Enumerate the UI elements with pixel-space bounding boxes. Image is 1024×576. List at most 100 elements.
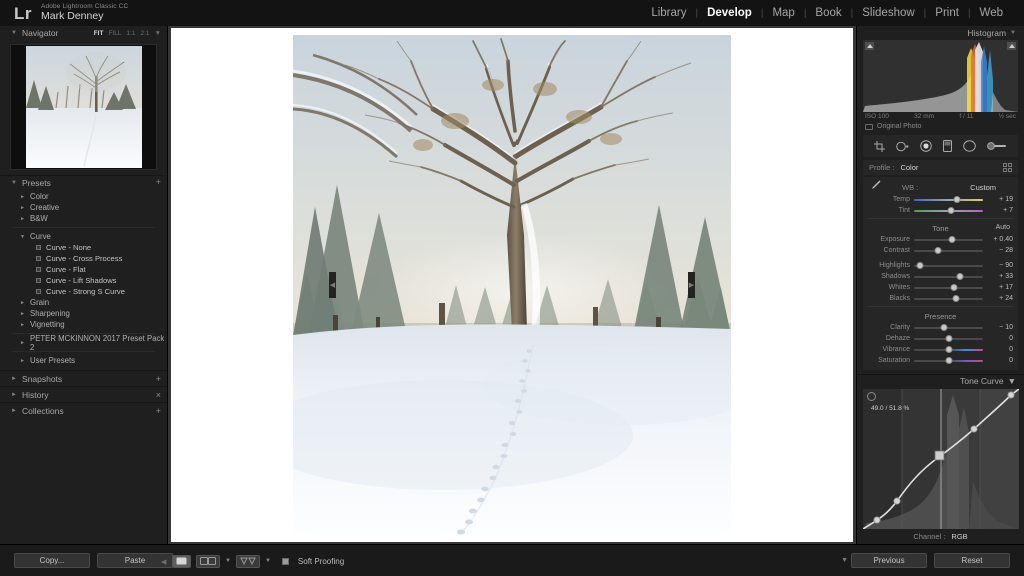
red-eye-icon[interactable] — [920, 140, 932, 152]
preset-group-peter-mckinnon-pack[interactable]: ► PETER MCKINNON 2017 Preset Pack 2 — [0, 334, 167, 352]
slider-value[interactable]: − 28 — [987, 247, 1013, 254]
preset-group-user-presets[interactable]: ► User Presets — [0, 355, 167, 366]
copy-button[interactable]: Copy... — [14, 553, 90, 568]
graduated-filter-icon[interactable] — [942, 140, 952, 152]
slider-saturation[interactable]: Saturation 0 — [863, 355, 1018, 366]
module-web[interactable]: Web — [971, 7, 1012, 19]
slider-clarity[interactable]: Clarity − 10 — [863, 322, 1018, 333]
slider-value[interactable]: − 10 — [987, 324, 1013, 331]
eyedropper-icon[interactable] — [869, 179, 882, 195]
slider-knob[interactable] — [940, 324, 948, 331]
spot-removal-icon[interactable] — [896, 141, 909, 152]
channel-value[interactable]: RGB — [951, 532, 967, 541]
auto-tone-button[interactable]: Auto — [996, 224, 1010, 231]
module-print[interactable]: Print — [926, 7, 968, 19]
slider-knob[interactable] — [916, 262, 924, 269]
preset-group-bw[interactable]: ► B&W — [0, 213, 167, 224]
slider-track[interactable] — [914, 235, 983, 244]
preset-group-grain[interactable]: ► Grain — [0, 297, 167, 308]
slider-shadows[interactable]: Shadows + 33 — [863, 271, 1018, 282]
slider-track[interactable] — [914, 345, 983, 354]
slider-knob[interactable] — [950, 284, 958, 291]
slider-value[interactable]: + 24 — [987, 295, 1013, 302]
slider-track[interactable] — [914, 323, 983, 332]
add-snapshot-icon[interactable]: + — [156, 374, 161, 384]
slider-knob[interactable] — [956, 273, 964, 280]
preset-group-curve[interactable]: ▼ Curve — [0, 231, 167, 242]
module-slideshow[interactable]: Slideshow — [853, 7, 923, 19]
tone-curve-header[interactable]: Tone Curve ▼ — [857, 374, 1024, 387]
snapshots-header[interactable]: ► Snapshots + — [0, 370, 167, 386]
slider-knob[interactable] — [945, 346, 952, 353]
disclosure-triangle-icon[interactable]: ▼ — [11, 180, 17, 186]
add-preset-icon[interactable]: + — [156, 178, 161, 187]
preset-group-color[interactable]: ► Color — [0, 191, 167, 202]
reset-button[interactable]: Reset — [934, 553, 1010, 568]
module-library[interactable]: Library — [642, 7, 695, 19]
preset-item-curve-none[interactable]: Curve - None — [0, 242, 167, 253]
preset-item-curve-flat[interactable]: Curve - Flat — [0, 264, 167, 275]
tone-curve-graph[interactable]: 49.0 / 51.8 % — [862, 388, 1020, 530]
slider-highlights[interactable]: Highlights − 90 — [863, 260, 1018, 271]
reference-view-button[interactable] — [235, 554, 260, 568]
preset-item-curve-strong-s-curve[interactable]: Curve - Strong S Curve — [0, 286, 167, 297]
original-photo-toggle[interactable]: Original Photo — [865, 123, 1016, 130]
zoom-option-fill[interactable]: FILL — [108, 30, 121, 37]
profile-browser-icon[interactable] — [1002, 162, 1012, 173]
disclosure-triangle-icon[interactable]: ▼ — [11, 30, 17, 36]
chevron-right-icon[interactable]: ► — [11, 408, 17, 414]
slider-knob[interactable] — [948, 236, 956, 243]
slider-knob[interactable] — [952, 295, 960, 302]
wb-value[interactable]: Custom — [970, 183, 996, 192]
slider-knob[interactable] — [953, 196, 961, 203]
slider-track[interactable] — [914, 261, 983, 270]
slider-knob[interactable] — [947, 207, 955, 214]
main-photo[interactable] — [293, 35, 731, 535]
module-book[interactable]: Book — [806, 7, 850, 19]
slider-value[interactable]: + 0.40 — [987, 236, 1013, 243]
preset-group-creative[interactable]: ► Creative — [0, 202, 167, 213]
radial-filter-icon[interactable] — [962, 140, 976, 152]
targeted-adjustment-tool-icon[interactable] — [867, 392, 876, 401]
slider-track[interactable] — [914, 294, 983, 303]
slider-whites[interactable]: Whites + 17 — [863, 282, 1018, 293]
slider-tint[interactable]: Tint + 7 — [863, 205, 1018, 216]
left-panel-toggle-icon[interactable]: ◀ — [161, 558, 166, 566]
crop-overlay-icon[interactable] — [874, 140, 886, 152]
chevron-down-icon[interactable]: ▼ — [1008, 376, 1016, 386]
slider-knob[interactable] — [934, 247, 942, 254]
chevron-down-icon[interactable]: ▼ — [1010, 30, 1016, 36]
slider-value[interactable]: + 7 — [987, 207, 1013, 214]
slider-value[interactable]: + 19 — [987, 196, 1013, 203]
zoom-option-fit[interactable]: FIT — [94, 30, 104, 37]
clear-history-icon[interactable]: × — [156, 390, 161, 400]
highlight-clipping-indicator[interactable] — [1007, 42, 1016, 50]
slider-value[interactable]: + 17 — [987, 284, 1013, 291]
slider-track[interactable] — [914, 272, 983, 281]
slider-value[interactable]: 0 — [987, 357, 1013, 364]
reference-chevron-icon[interactable]: ▼ — [265, 558, 271, 564]
left-panel-collapse-arrow[interactable]: ◀ — [329, 272, 336, 298]
preset-item-curve-cross-process[interactable]: Curve - Cross Process — [0, 253, 167, 264]
slider-track[interactable] — [914, 195, 983, 204]
preset-group-sharpening[interactable]: ► Sharpening — [0, 308, 167, 319]
preset-item-curve-lift-shadows[interactable]: Curve - Lift Shadows — [0, 275, 167, 286]
profile-value[interactable]: Color — [900, 163, 918, 172]
slider-knob[interactable] — [945, 357, 952, 364]
previous-button[interactable]: Previous — [851, 553, 927, 568]
before-after-view-button[interactable] — [196, 554, 220, 568]
slider-track[interactable] — [914, 283, 983, 292]
profile-row[interactable]: Profile : Color — [863, 160, 1018, 175]
slider-track[interactable] — [914, 356, 983, 365]
identity-plate[interactable]: Adobe Lightroom Classic CC Mark Denney — [41, 3, 128, 23]
presets-header[interactable]: ▼ Presets + — [0, 175, 167, 189]
history-header[interactable]: ► History × — [0, 386, 167, 402]
histogram-graph[interactable] — [863, 40, 1018, 112]
navigator-header[interactable]: ▼ Navigator FIT FILL 1:1 2:1 ▼ — [0, 26, 167, 40]
chevron-right-icon[interactable]: ► — [11, 392, 17, 398]
navigator-preview[interactable] — [10, 44, 157, 170]
slider-track[interactable] — [914, 334, 983, 343]
slider-track[interactable] — [914, 206, 983, 215]
module-develop[interactable]: Develop — [698, 7, 761, 19]
photo-stage[interactable] — [171, 28, 853, 542]
